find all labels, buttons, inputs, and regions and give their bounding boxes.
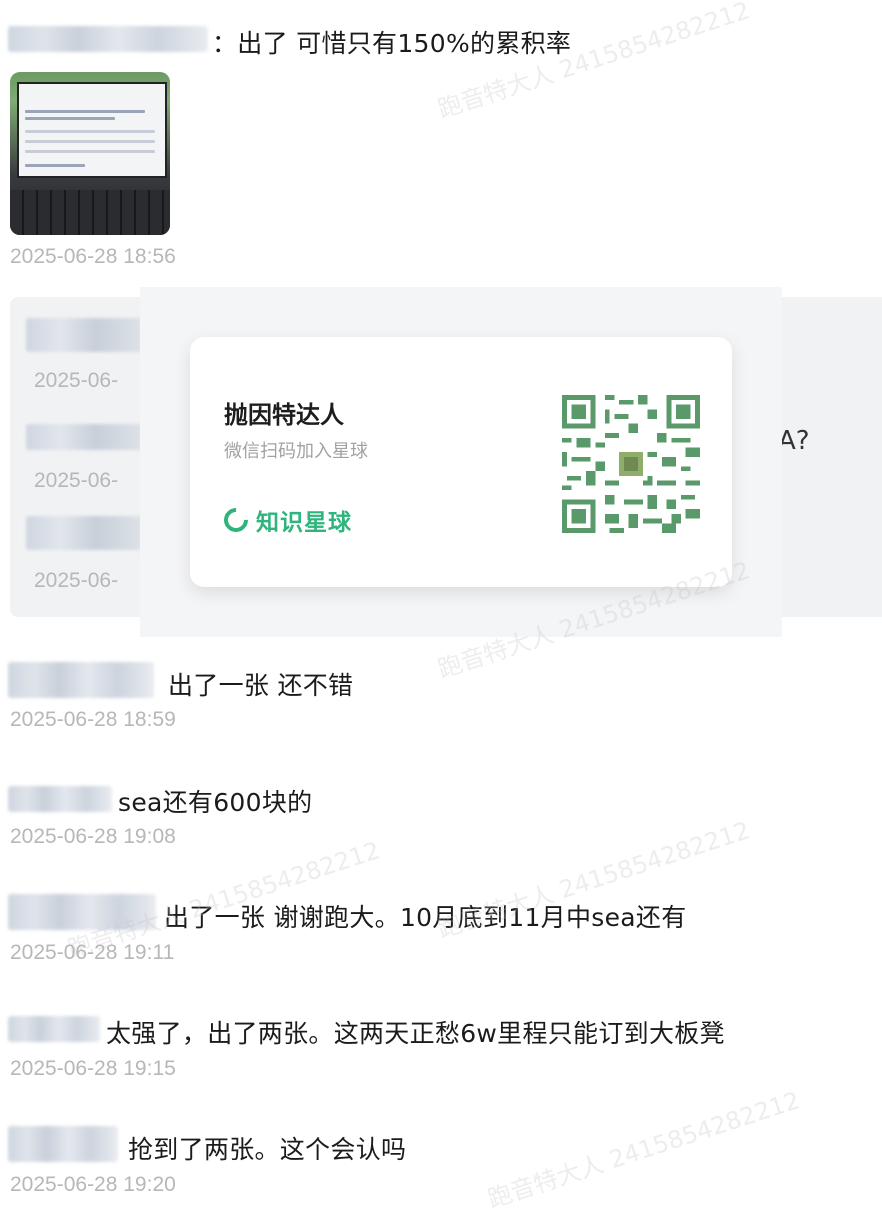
timestamp-6: 2025-06-28 19:20 [10,1173,176,1196]
sender-name-hidden-3[interactable] [26,516,142,550]
planet-invite-card[interactable]: 抛因特达人 微信扫码加入星球 知识星球 [190,337,732,587]
timestamp-3: 2025-06-28 19:08 [10,825,176,848]
qr-code-icon[interactable] [562,395,700,533]
timestamp-hidden-2: 2025-06- [34,469,119,492]
brand-logo: 知识星球 [219,503,352,537]
timestamp-hidden-3: 2025-06- [34,569,119,592]
timestamp-2: 2025-06-28 18:59 [10,708,176,731]
message-text-2: 出了一张 还不错 [168,671,354,700]
timestamp-5: 2025-06-28 19:15 [10,1057,176,1080]
brand-name: 知识星球 [256,510,352,536]
timestamp-1: 2025-06-28 18:56 [10,245,176,268]
timestamp-hidden-1: 2025-06- [34,369,119,392]
watermark-1: 跑音特大人 2415854282212 [434,0,754,124]
sender-name-1[interactable] [8,26,208,52]
obscured-message-tail [782,297,882,617]
sender-name-6[interactable] [8,1126,118,1162]
message-text-4: 出了一张 谢谢跑大。10月底到11月中sea还有 [164,903,687,932]
keyboard [10,190,170,235]
card-subtitle: 微信扫码加入星球 [224,441,368,462]
hidden-message-tail: A? [778,426,810,456]
card-title: 抛因特达人 [224,401,344,429]
sender-name-hidden-1[interactable] [26,318,142,352]
message-text-5: 太强了，出了两张。这两天正愁6w里程只能订到大板凳 [106,1019,725,1048]
sender-name-3[interactable] [8,786,112,812]
watermark-5: 跑音特大人 2415854282212 [484,1086,804,1214]
sender-name-2[interactable] [8,662,154,698]
sender-name-4[interactable] [8,894,156,930]
timestamp-4: 2025-06-28 19:11 [10,941,175,964]
planet-logo-icon [219,503,253,537]
message-text-6: 抢到了两张。这个会认吗 [128,1135,407,1164]
message-text-3: sea还有600块的 [118,788,313,817]
laptop-screen [17,82,167,178]
sender-name-hidden-2[interactable] [26,424,142,450]
message-text-1: ：出了 可惜只有150%的累积率 [212,29,572,58]
message-photo[interactable] [10,72,170,235]
sender-name-5[interactable] [8,1016,100,1042]
